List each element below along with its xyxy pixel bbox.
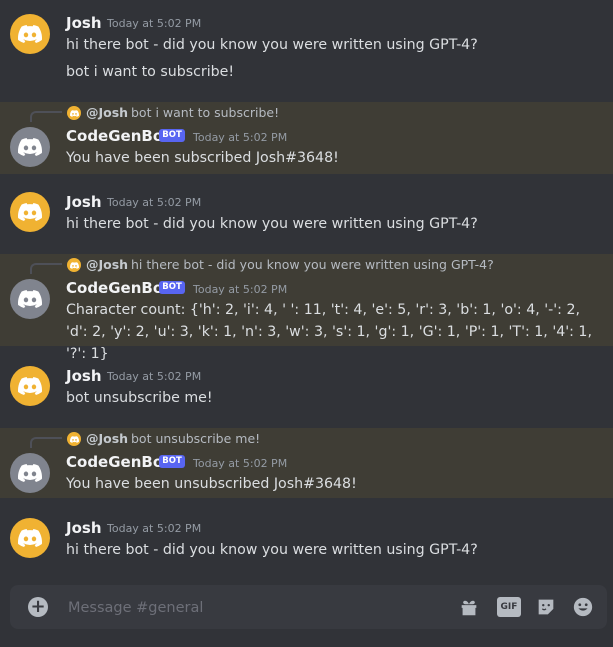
reply-avatar [67, 432, 81, 446]
reply-avatar [67, 106, 81, 120]
message-timestamp: Today at 5:02 PM [107, 17, 202, 30]
reply-avatar [67, 258, 81, 272]
avatar[interactable] [10, 366, 50, 406]
message-timestamp: Today at 5:02 PM [193, 131, 288, 144]
discord-logo-icon [18, 138, 42, 156]
discord-logo-icon [18, 290, 42, 308]
message-author[interactable]: CodeGenBot [66, 127, 170, 145]
message-text: bot i want to subscribe! [66, 64, 235, 80]
message-text: bot unsubscribe me! [66, 390, 213, 406]
message-item: Josh Today at 5:02 PM hi there bot - did… [0, 186, 613, 244]
plus-icon[interactable]: + [28, 597, 48, 617]
discord-logo-icon [18, 377, 42, 395]
discord-logo-icon [70, 262, 79, 269]
avatar[interactable] [10, 279, 50, 319]
message-author[interactable]: CodeGenBot [66, 279, 170, 297]
message-item: Josh Today at 5:02 PM hi there bot - did… [0, 0, 613, 96]
message-timestamp: Today at 5:02 PM [193, 457, 288, 470]
message-timestamp: Today at 5:02 PM [107, 522, 202, 535]
reply-connector [30, 263, 62, 274]
reply-author[interactable]: @Josh [86, 431, 128, 447]
message-text: You have been subscribed Josh#3648! [66, 150, 339, 166]
message-timestamp: Today at 5:02 PM [193, 283, 288, 296]
gift-icon[interactable] [458, 596, 480, 618]
reply-preview[interactable]: bot i want to subscribe! [131, 105, 279, 121]
discord-logo-icon [70, 110, 79, 117]
message-text: Character count: {'h': 2, 'i': 4, ' ': 1… [66, 302, 592, 362]
discord-logo-icon [18, 464, 42, 482]
message-item: @Josh bot unsubscribe me! CodeGenBot BOT… [0, 428, 613, 498]
gif-icon[interactable]: GIF [497, 597, 521, 617]
message-text: hi there bot - did you know you were wri… [66, 542, 478, 558]
message-text: You have been unsubscribed Josh#3648! [66, 476, 357, 492]
emoji-icon[interactable] [572, 596, 594, 618]
message-text: hi there bot - did you know you were wri… [66, 37, 478, 53]
message-author[interactable]: Josh [66, 14, 102, 32]
message-item: @Josh bot i want to subscribe! CodeGenBo… [0, 102, 613, 174]
bot-badge: BOT [159, 455, 185, 468]
message-author[interactable]: Josh [66, 367, 102, 385]
reply-preview[interactable]: hi there bot - did you know you were wri… [131, 257, 494, 273]
sticker-icon[interactable] [535, 596, 557, 618]
discord-logo-icon [18, 25, 42, 43]
discord-logo-icon [18, 529, 42, 547]
discord-logo-icon [18, 203, 42, 221]
avatar[interactable] [10, 518, 50, 558]
message-composer: + GIF [10, 585, 607, 629]
message-text: hi there bot - did you know you were wri… [66, 216, 478, 232]
message-author[interactable]: Josh [66, 193, 102, 211]
message-item: @Josh hi there bot - did you know you we… [0, 254, 613, 362]
message-input[interactable] [66, 596, 430, 620]
bot-badge: BOT [159, 129, 185, 142]
reply-connector [30, 111, 62, 122]
reply-preview[interactable]: bot unsubscribe me! [131, 431, 260, 447]
avatar[interactable] [10, 127, 50, 167]
reply-author[interactable]: @Josh [86, 257, 128, 273]
message-author[interactable]: Josh [66, 519, 102, 537]
discord-logo-icon [70, 436, 79, 443]
avatar[interactable] [10, 453, 50, 493]
message-list: Josh Today at 5:02 PM hi there bot - did… [0, 0, 613, 582]
reply-connector [30, 437, 62, 448]
message-author[interactable]: CodeGenBot [66, 453, 170, 471]
avatar[interactable] [10, 14, 50, 54]
message-timestamp: Today at 5:02 PM [107, 196, 202, 209]
message-item: Josh Today at 5:02 PM hi there bot - did… [0, 510, 613, 572]
message-timestamp: Today at 5:02 PM [107, 370, 202, 383]
reply-author[interactable]: @Josh [86, 105, 128, 121]
message-item: Josh Today at 5:02 PM bot unsubscribe me… [0, 358, 613, 420]
avatar[interactable] [10, 192, 50, 232]
bot-badge: BOT [159, 281, 185, 294]
